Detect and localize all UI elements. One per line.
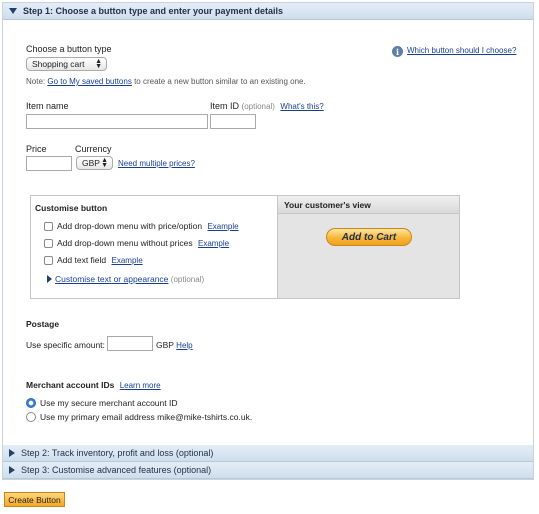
item-id-label-group: Item ID (optional) What's this? <box>210 101 324 111</box>
option-label: Add drop-down menu without prices <box>57 238 193 248</box>
email-radio[interactable] <box>26 412 36 422</box>
currency-value: GBP <box>82 158 100 168</box>
item-name-input[interactable] <box>26 114 208 129</box>
note-suffix: to create a new button similar to an exi… <box>131 77 306 86</box>
postage-currency-group: GBP Help <box>156 340 193 350</box>
multiple-prices-link[interactable]: Need multiple prices? <box>118 159 195 168</box>
option-checkbox[interactable] <box>44 239 53 248</box>
option-row: Add text field Example <box>57 255 143 265</box>
item-id-label: Item ID <box>210 101 240 111</box>
merchant-id-radio[interactable] <box>26 398 36 408</box>
example-link[interactable]: Example <box>207 222 238 231</box>
merchant-title: Merchant account IDs <box>26 380 115 390</box>
option-checkbox[interactable] <box>44 256 53 265</box>
customise-appearance-link[interactable]: Customise text or appearance <box>55 274 168 284</box>
expand-triangle-icon <box>9 449 15 457</box>
option-row: Add drop-down menu with price/option Exa… <box>57 221 239 231</box>
customer-view-panel: Your customer's view Add to Cart <box>278 196 459 298</box>
learn-more-link[interactable]: Learn more <box>120 381 161 390</box>
price-input[interactable] <box>26 156 72 171</box>
step1-title: Step 1: Choose a button type and enter y… <box>23 6 284 16</box>
add-to-cart-preview-button: Add to Cart <box>326 228 412 246</box>
appearance-row: Customise text or appearance (optional) <box>55 274 204 284</box>
price-label: Price <box>26 144 47 154</box>
customise-options: Customise button Add drop-down menu with… <box>31 196 278 298</box>
option-label: Add text field <box>57 255 107 265</box>
item-id-optional: (optional) <box>241 102 275 111</box>
button-type-label: Choose a button type <box>26 44 112 54</box>
saved-buttons-note: Note: Go to My saved buttons to create a… <box>26 77 306 86</box>
step3-header[interactable]: Step 3: Customise advanced features (opt… <box>3 462 533 479</box>
button-type-value: Shopping cart <box>32 59 85 69</box>
whats-this-link[interactable]: What's this? <box>280 102 323 111</box>
step1-header[interactable]: Step 1: Choose a button type and enter y… <box>3 3 533 20</box>
email-label: Use my primary email address mike@mike-t… <box>40 412 253 422</box>
note-prefix: Note: <box>26 77 48 86</box>
expand-triangle-icon <box>47 275 52 283</box>
merchant-id-label: Use my secure merchant account ID <box>40 398 178 408</box>
step2-title: Step 2: Track inventory, profit and loss… <box>21 448 214 458</box>
option-checkbox[interactable] <box>44 222 53 231</box>
select-arrows-icon: ▲ ▼ <box>101 157 108 169</box>
currency-select[interactable]: GBP ▲ ▼ <box>76 156 113 170</box>
saved-buttons-link[interactable]: Go to My saved buttons <box>47 77 132 86</box>
currency-label: Currency <box>75 144 112 154</box>
item-id-input[interactable] <box>210 114 256 129</box>
customer-view-title: Your customer's view <box>278 196 459 214</box>
postage-label: Use specific amount: <box>26 340 105 350</box>
form-frame: Step 1: Choose a button type and enter y… <box>2 2 534 480</box>
item-name-label: Item name <box>26 101 69 111</box>
customise-panel: Customise button Add drop-down menu with… <box>30 195 460 299</box>
example-link[interactable]: Example <box>112 256 143 265</box>
collapse-triangle-icon <box>9 8 17 14</box>
which-button-link[interactable]: Which button should I choose? <box>407 46 516 55</box>
postage-title: Postage <box>26 319 60 329</box>
expand-triangle-icon <box>9 466 15 474</box>
appearance-optional: (optional) <box>170 275 205 284</box>
step2-header[interactable]: Step 2: Track inventory, profit and loss… <box>3 445 533 462</box>
option-row: Add drop-down menu without prices Exampl… <box>57 238 229 248</box>
button-type-select[interactable]: Shopping cart ▲ ▼ <box>26 57 107 71</box>
step3-title: Step 3: Customise advanced features (opt… <box>21 465 212 475</box>
postage-currency: GBP <box>156 340 174 350</box>
option-label: Add drop-down menu with price/option <box>57 221 203 231</box>
customise-title: Customise button <box>35 203 108 213</box>
info-icon: i <box>392 46 403 57</box>
select-arrows-icon: ▲ ▼ <box>95 58 102 70</box>
postage-amount-input[interactable] <box>107 336 153 351</box>
merchant-header: Merchant account IDs Learn more <box>26 380 161 390</box>
create-button[interactable]: Create Button <box>4 492 65 507</box>
example-link[interactable]: Example <box>198 239 229 248</box>
postage-help-link[interactable]: Help <box>176 341 192 350</box>
